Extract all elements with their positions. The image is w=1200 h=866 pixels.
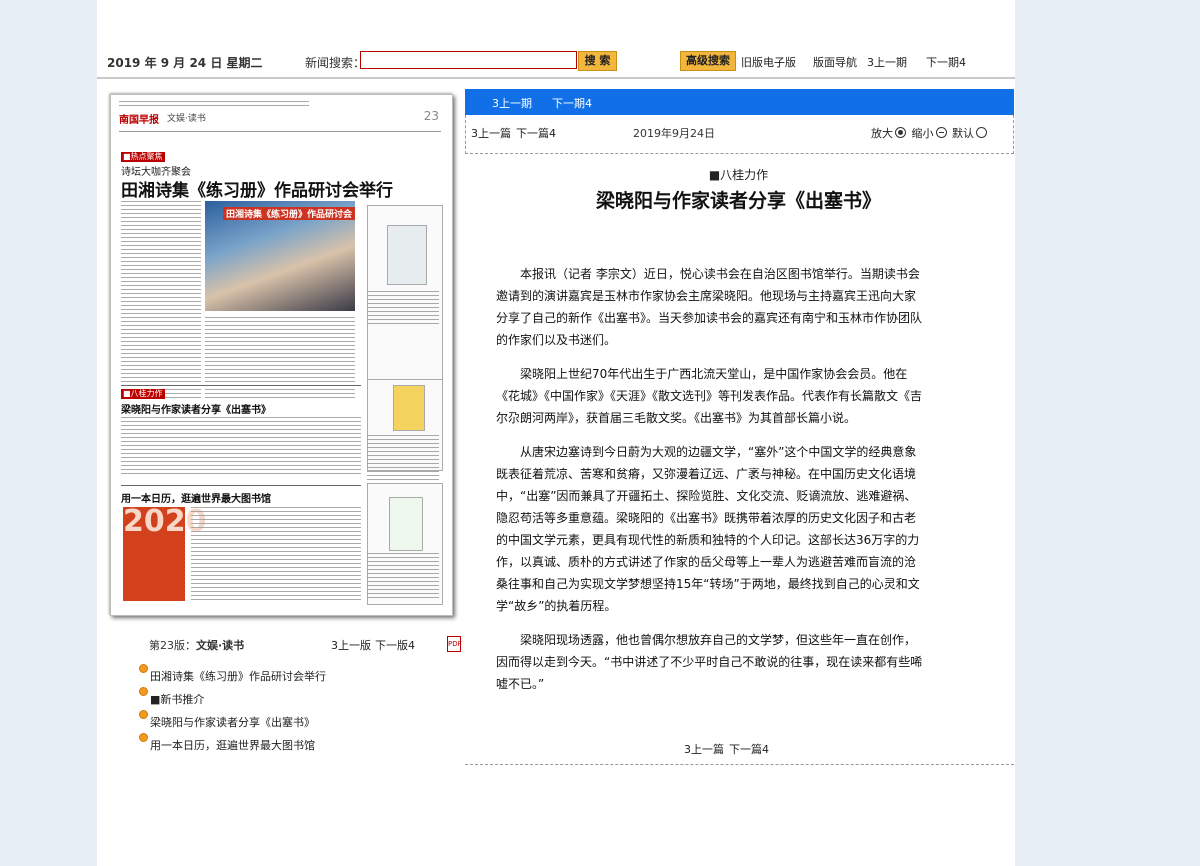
article-paragraph: 本报讯（记者 李宗文）近日，悦心读书会在自治区图书馆举行。当期读书会邀请到的演讲… bbox=[496, 267, 923, 347]
article-info-bar: 3上一篇 下一篇4 2019年9月24日 放大 缩小 默认 bbox=[465, 115, 1014, 154]
bullet-icon bbox=[139, 710, 148, 719]
prev-article-link[interactable]: 3上一篇 bbox=[471, 125, 511, 141]
zoom-in-button[interactable]: 放大 bbox=[871, 127, 908, 140]
prev-issue-link[interactable]: 3上一期 bbox=[867, 54, 907, 70]
thumbnail-page-number: 23 bbox=[423, 109, 439, 123]
issue-nav-bar: 3上一期 下一期4 bbox=[465, 89, 1014, 115]
search-label: 新闻搜索： bbox=[305, 56, 366, 70]
calendar-book-cover: 2020 bbox=[123, 507, 207, 601]
default-size-button[interactable]: 默认 bbox=[952, 127, 989, 140]
article-list-item[interactable]: 田湘诗集《练习册》作品研讨会举行 bbox=[139, 663, 439, 686]
article-list: 田湘诗集《练习册》作品研讨会举行 ■新书推介 梁晓阳与作家读者分享《出塞书》 用… bbox=[139, 663, 439, 755]
font-size-controls: 放大 缩小 默认 bbox=[871, 125, 989, 141]
thumbnail-photo-caption: 田湘诗集《练习册》作品研讨会 bbox=[223, 207, 356, 220]
page-info: 第23版：文娱·读书 bbox=[149, 637, 244, 653]
bottom-next-article-link[interactable]: 下一篇4 bbox=[729, 741, 769, 757]
zoom-out-radio-icon bbox=[935, 127, 947, 138]
bottom-divider bbox=[465, 764, 1014, 765]
page-info-label: 第23版： bbox=[149, 639, 196, 652]
next-page-link[interactable]: 下一版4 bbox=[375, 637, 415, 653]
thumbnail-masthead: 南国早报 文娱·读书 23 bbox=[119, 101, 441, 132]
article-paragraph: 梁晓阳现场透露，他也曾偶尔想放弃自己的文学梦，但这些年一直在创作，因而得以走到今… bbox=[496, 633, 923, 691]
article-body: 本报讯（记者 李宗文）近日，悦心读书会在自治区图书馆举行。当期读书会邀请到的演讲… bbox=[496, 263, 924, 707]
article-paragraph: 从唐宋边塞诗到今日蔚为大观的边疆文学，“塞外”这个中国文学的经典意象既表征着荒凉… bbox=[496, 445, 920, 613]
bar-prev-issue-link[interactable]: 3上一期 bbox=[492, 95, 532, 111]
article-date: 2019年9月24日 bbox=[633, 127, 715, 140]
bar-next-issue-link[interactable]: 下一期4 bbox=[552, 95, 592, 111]
issue-date: 2019 年 9 月 24 日 星期二 bbox=[107, 56, 263, 70]
thumbnail-headline-3[interactable]: 用一本日历，逛遍世界最大图书馆 bbox=[121, 490, 271, 505]
top-toolbar: 2019 年 9 月 24 日 星期二 新闻搜索： 搜 索 高级搜索 旧版电子版… bbox=[97, 48, 1015, 74]
page-info-name: 文娱·读书 bbox=[196, 639, 245, 652]
header-divider bbox=[97, 77, 1015, 79]
bullet-icon bbox=[139, 687, 148, 696]
page-container: 2019 年 9 月 24 日 星期二 新闻搜索： 搜 索 高级搜索 旧版电子版… bbox=[97, 0, 1015, 866]
thumbnail-headline-1[interactable]: 田湘诗集《练习册》作品研讨会举行 bbox=[121, 176, 393, 201]
zoom-in-radio-icon bbox=[895, 127, 906, 138]
article-paragraph: 梁晓阳上世纪70年代出生于广西北流天堂山，是中国作家协会会员。他在《花城》《中国… bbox=[496, 367, 923, 425]
bullet-icon bbox=[139, 664, 148, 673]
thumbnail-tag-hot: ■热点聚焦 bbox=[121, 152, 165, 162]
newspaper-logo: 南国早报 bbox=[119, 115, 159, 126]
thumbnail-headline-2[interactable]: 梁晓阳与作家读者分享《出塞书》 bbox=[121, 401, 271, 416]
newspaper-page-thumbnail[interactable]: 南国早报 文娱·读书 23 ■热点聚焦 诗坛大咖齐聚会 田湘诗集《练习册》作品研… bbox=[110, 94, 453, 616]
article-list-item[interactable]: 用一本日历，逛遍世界最大图书馆 bbox=[139, 732, 439, 755]
zoom-out-button[interactable]: 缩小 bbox=[912, 127, 949, 140]
article-title: 梁晓阳与作家读者分享《出塞书》 bbox=[595, 190, 881, 212]
pdf-icon[interactable]: PDF bbox=[447, 636, 462, 652]
article-kicker: ■八桂力作 bbox=[708, 168, 769, 182]
article-list-item[interactable]: 梁晓阳与作家读者分享《出塞书》 bbox=[139, 709, 439, 732]
search-input[interactable] bbox=[360, 51, 577, 69]
next-article-link[interactable]: 下一篇4 bbox=[516, 125, 556, 141]
bottom-prev-article-link[interactable]: 3上一篇 bbox=[684, 741, 724, 757]
advanced-search-button[interactable]: 高级搜索 bbox=[680, 51, 736, 71]
thumbnail-tag-bagui: ■八桂力作 bbox=[121, 389, 165, 399]
thumbnail-section: 文娱·读书 bbox=[167, 114, 206, 124]
bullet-icon bbox=[139, 733, 148, 742]
default-radio-icon bbox=[976, 127, 987, 138]
old-edition-link[interactable]: 旧版电子版 bbox=[741, 54, 796, 70]
article-list-item[interactable]: ■新书推介 bbox=[139, 686, 439, 709]
next-issue-link[interactable]: 下一期4 bbox=[926, 54, 966, 70]
prev-page-link[interactable]: 3上一版 bbox=[331, 637, 371, 653]
page-nav-link[interactable]: 版面导航 bbox=[813, 54, 857, 70]
search-button[interactable]: 搜 索 bbox=[578, 51, 617, 71]
